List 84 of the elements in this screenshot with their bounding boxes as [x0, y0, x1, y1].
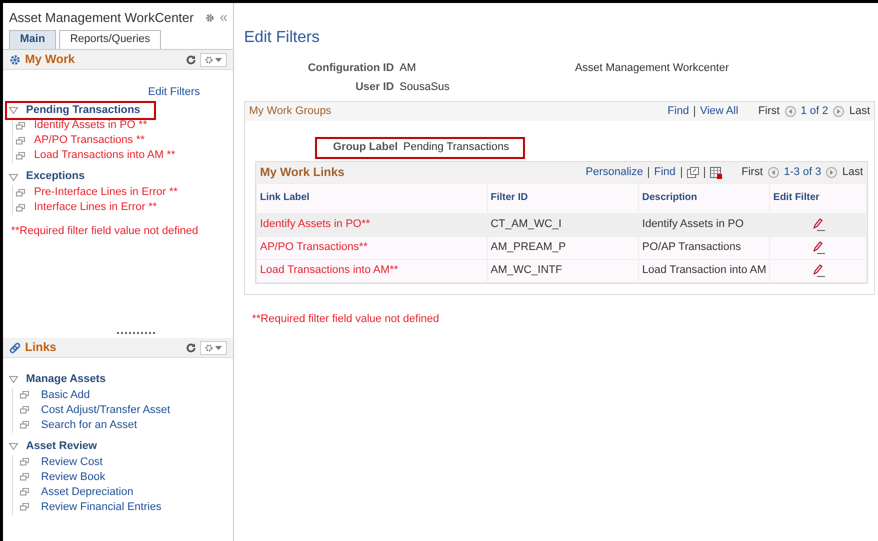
- settings-menu-button[interactable]: [200, 52, 227, 66]
- field-label: User ID: [354, 81, 394, 95]
- field-value: SousaSus: [400, 81, 451, 95]
- workcenter-title: Asset Management WorkCenter: [8, 10, 195, 26]
- table-cell: Identify Assets in PO: [638, 213, 770, 236]
- gear-icon: [205, 56, 213, 64]
- splitter-handle: [117, 332, 155, 334]
- work-link[interactable]: Identify Assets in PO **: [34, 119, 148, 132]
- last-label: Last: [842, 166, 863, 180]
- edit-filters-link[interactable]: Edit Filters: [148, 86, 200, 98]
- work-link[interactable]: Pre-Interface Lines in Error **: [34, 186, 178, 199]
- required-note: **Required filter field value not defined: [252, 312, 440, 327]
- next-icon[interactable]: [826, 167, 838, 178]
- first-label: First: [758, 104, 780, 118]
- view-all-link[interactable]: View All: [700, 104, 738, 118]
- new-window-icon[interactable]: [686, 167, 698, 178]
- work-link[interactable]: Load Transactions into AM **: [34, 149, 176, 162]
- work-link[interactable]: Search for an Asset: [41, 418, 137, 432]
- group-heading[interactable]: Manage Assets: [26, 373, 106, 387]
- find-link[interactable]: Find: [668, 104, 689, 118]
- pencil-icon[interactable]: [812, 240, 825, 254]
- table-cell: Load Transactions into AM**: [256, 259, 488, 282]
- work-link[interactable]: Asset Depreciation: [41, 486, 134, 498]
- table-cell: CT_AM_WC_I: [487, 213, 639, 236]
- table-cell: AM_PREAM_P: [487, 236, 639, 260]
- gear-icon: [9, 54, 21, 66]
- page-title: Edit Filters: [244, 28, 321, 48]
- table-cell: AM_WC_INTF: [487, 259, 639, 282]
- settings-icon[interactable]: [205, 12, 215, 24]
- page-count: 1 of 2: [800, 104, 828, 118]
- table-cell: Identify Assets in PO**: [256, 213, 488, 236]
- group-heading[interactable]: Pending Transactions: [26, 104, 140, 118]
- group-heading[interactable]: Exceptions: [26, 170, 85, 184]
- field-value: AM: [400, 62, 417, 76]
- caret-icon: [215, 346, 222, 350]
- work-link[interactable]: Basic Add: [41, 388, 90, 402]
- tab[interactable]: Reports/Queries: [59, 30, 162, 49]
- column-header: Link Label: [256, 184, 488, 213]
- pane-title: Links: [25, 340, 58, 355]
- first-label: First: [742, 166, 763, 180]
- expand-triangle-icon[interactable]: [9, 443, 18, 450]
- field-label: Configuration ID: [306, 62, 394, 76]
- table-cell: PO/AP Transactions: [638, 236, 770, 260]
- collapse-icon[interactable]: [220, 14, 228, 22]
- work-link[interactable]: Review Book: [41, 470, 106, 484]
- expand-triangle-icon[interactable]: [9, 106, 18, 114]
- find-link[interactable]: Find: [654, 166, 676, 180]
- caret-icon: [215, 58, 222, 62]
- work-link[interactable]: Review Financial Entries: [41, 500, 162, 514]
- column-header: Filter ID: [487, 184, 639, 213]
- pencil-icon[interactable]: [812, 218, 825, 230]
- table-cell: AP/PO Transactions**: [256, 236, 488, 260]
- field-label: Group Label: [333, 141, 398, 154]
- spreadsheet-icon[interactable]: [710, 166, 722, 178]
- pencil-icon[interactable]: [812, 264, 825, 277]
- column-header: Description: [638, 184, 770, 213]
- expand-triangle-icon[interactable]: [9, 376, 18, 384]
- chain-link-icon: [9, 342, 21, 354]
- work-link[interactable]: Cost Adjust/Transfer Asset: [41, 404, 170, 417]
- previous-icon[interactable]: [768, 167, 779, 178]
- work-link[interactable]: Interface Lines in Error **: [34, 201, 157, 214]
- next-icon[interactable]: [833, 106, 844, 117]
- expand-triangle-icon[interactable]: [9, 174, 18, 181]
- tab[interactable]: Main: [9, 30, 56, 49]
- gear-icon: [205, 344, 213, 352]
- settings-menu-button[interactable]: [200, 340, 227, 354]
- refresh-icon[interactable]: [186, 342, 196, 352]
- field-value: Pending Transactions: [403, 141, 510, 154]
- group-heading[interactable]: Asset Review: [26, 440, 97, 454]
- refresh-icon[interactable]: [186, 54, 196, 64]
- table-cell: Load Transaction into AM: [638, 259, 770, 282]
- grid-title: My Work Links: [260, 165, 346, 180]
- last-label: Last: [849, 104, 870, 118]
- work-link[interactable]: Review Cost: [41, 456, 103, 468]
- pane-title: My Work: [25, 52, 76, 67]
- required-note: **Required filter field value not defined: [11, 225, 200, 239]
- page-count: 1-3 of 3: [784, 166, 822, 180]
- personalize-link[interactable]: Personalize: [586, 166, 644, 180]
- section-title: My Work Groups: [249, 104, 332, 118]
- previous-icon[interactable]: [784, 106, 796, 117]
- field-description: Asset Management Workcenter: [575, 62, 729, 76]
- work-link[interactable]: AP/PO Transactions **: [34, 134, 145, 148]
- column-header: Edit Filter: [770, 184, 866, 213]
- selected-row[interactable]: Identify Assets in PO** CT_AM_WC_I Identify Assets in PO: [256, 213, 866, 236]
